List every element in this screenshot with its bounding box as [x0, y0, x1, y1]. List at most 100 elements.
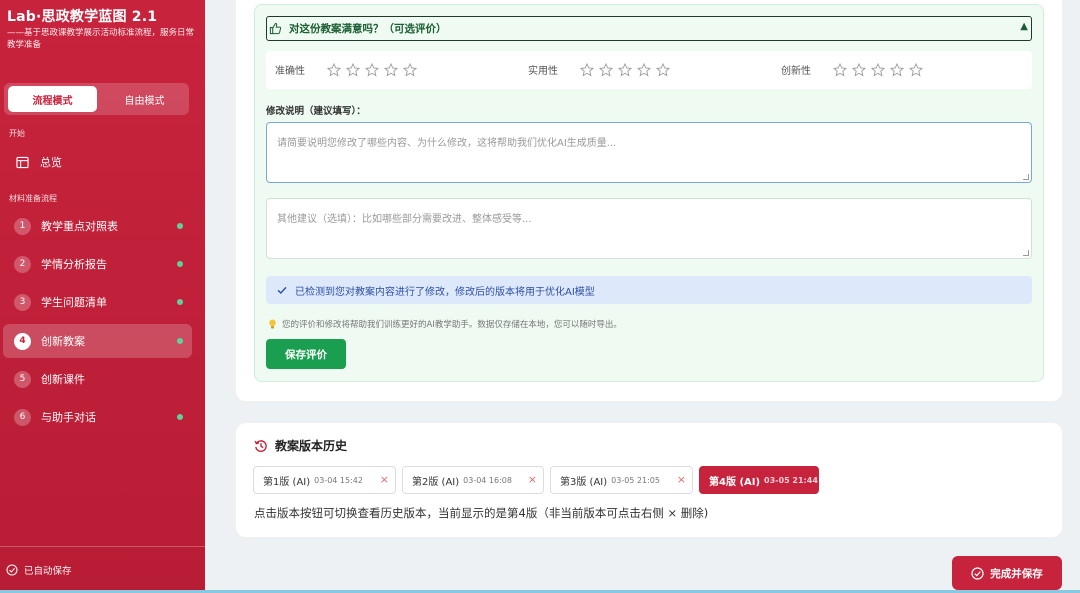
done-status-dot	[177, 261, 183, 267]
done-status-dot	[177, 338, 183, 344]
resize-handle-icon[interactable]	[1023, 174, 1029, 180]
sidebar-item-label: 创新课件	[41, 373, 85, 386]
sidebar-item-label: 教学重点对照表	[41, 220, 118, 233]
star-icon[interactable]	[327, 62, 341, 77]
step-number: 3	[14, 293, 31, 311]
history-icon	[254, 439, 267, 452]
rating-label: 准确性	[275, 66, 305, 77]
star-icon[interactable]	[833, 62, 847, 77]
version-history-header: 教案版本历史	[254, 437, 347, 454]
autosave-status: 已自动保存	[6, 563, 72, 577]
version-time: 03-05 21:05	[611, 475, 660, 485]
star-icon[interactable]	[852, 62, 866, 77]
version-button-1[interactable]: 第1版 (AI) 03-04 15:42 ×	[253, 466, 396, 494]
done-status-dot	[177, 414, 183, 420]
star-icon[interactable]	[599, 62, 613, 77]
privacy-tip: 您的评价和修改将帮助我们训练更好的AI教学助手。数据仅存储在本地，您可以随时导出…	[268, 318, 622, 330]
app-title: Lab·思政教学蓝图 2.1	[7, 9, 158, 25]
star-icon[interactable]	[403, 62, 417, 77]
check-icon	[277, 286, 287, 294]
version-history-note: 点击版本按钮可切换查看历史版本，当前显示的是第4版（非当前版本可点击右侧 × 删…	[254, 506, 709, 520]
sidebar-item-label: 学生问题清单	[41, 296, 107, 309]
mode-switch: 流程模式 自由模式	[4, 83, 189, 115]
version-button-4[interactable]: 第4版 (AI) 03-05 21:44	[699, 466, 819, 494]
version-label: 第4版 (AI)	[709, 476, 761, 488]
modification-textarea[interactable]: 请简要说明您修改了哪些内容、为什么修改，这将帮助我们优化AI生成质量...	[266, 122, 1032, 183]
section-label-start: 开始	[9, 129, 25, 138]
table-icon	[16, 156, 29, 168]
star-icon[interactable]	[637, 62, 651, 77]
sidebar-item-overview[interactable]: 总览	[16, 153, 62, 171]
modification-label: 修改说明（建议填写）：	[266, 106, 366, 117]
rating-label: 创新性	[781, 66, 811, 77]
done-status-dot	[177, 223, 183, 229]
autosave-label: 已自动保存	[24, 566, 72, 577]
sidebar: Lab·思政教学蓝图 2.1 ——基于思政课教学展示活动标准流程，服务日常教学准…	[0, 0, 205, 593]
sidebar-item-label: 创新教案	[41, 335, 85, 348]
star-icon[interactable]	[656, 62, 670, 77]
textarea-placeholder: 其他建议（选填）：比如哪些部分需要改进、整体感受等...	[277, 214, 532, 225]
finish-and-save-button[interactable]: 完成并保存	[952, 556, 1062, 590]
step-number: 1	[14, 217, 31, 235]
sidebar-item-label: 与助手对话	[41, 411, 96, 424]
star-rating	[580, 62, 675, 77]
flow-mode-button[interactable]: 流程模式	[8, 86, 97, 112]
star-icon[interactable]	[871, 62, 885, 77]
star-icon[interactable]	[618, 62, 632, 77]
save-rating-button[interactable]: 保存评价	[266, 339, 346, 369]
star-icon[interactable]	[890, 62, 904, 77]
lightbulb-icon	[269, 319, 276, 329]
delete-version-icon[interactable]: ×	[380, 474, 389, 486]
star-icon[interactable]	[909, 62, 923, 77]
check-circle-icon	[971, 566, 984, 580]
feedback-title: 对这份教案满意吗？（可选评价）	[289, 23, 447, 35]
feedback-header[interactable]: 对这份教案满意吗？（可选评价） ▲	[266, 16, 1032, 41]
version-button-2[interactable]: 第2版 (AI) 03-04 16:08 ×	[402, 466, 544, 494]
version-history-title: 教案版本历史	[275, 439, 348, 453]
app-subtitle: ——基于思政课教学展示活动标准流程，服务日常教学准备	[7, 28, 195, 50]
modification-detected-notice: 已检测到您对教案内容进行了修改，修改后的版本将用于优化AI模型	[266, 276, 1032, 304]
tip-text: 您的评价和修改将帮助我们训练更好的AI教学助手。数据仅存储在本地，您可以随时导出…	[282, 320, 622, 330]
sidebar-divider	[0, 546, 205, 547]
collapse-caret-icon[interactable]: ▲	[1020, 21, 1028, 32]
star-rating	[327, 62, 422, 77]
sidebar-item-label: 总览	[40, 156, 62, 169]
star-icon[interactable]	[384, 62, 398, 77]
star-icon[interactable]	[346, 62, 360, 77]
step-number: 2	[14, 255, 31, 273]
delete-version-icon[interactable]: ×	[677, 474, 686, 486]
sidebar-item-key-points[interactable]: 1 教学重点对照表	[3, 209, 192, 243]
version-label: 第3版 (AI)	[560, 476, 608, 488]
done-status-dot	[177, 299, 183, 305]
version-label: 第2版 (AI)	[412, 476, 460, 488]
step-number: 5	[14, 370, 31, 388]
rating-practicality: 实用性	[528, 62, 675, 77]
version-time: 03-04 15:42	[314, 475, 363, 485]
sidebar-item-lesson-plan[interactable]: 4 创新教案	[3, 324, 192, 358]
section-label-materials: 材料准备流程	[9, 194, 57, 203]
rating-accuracy: 准确性	[275, 62, 422, 77]
check-circle-icon	[6, 564, 18, 576]
rating-label: 实用性	[528, 66, 558, 77]
resize-handle-icon[interactable]	[1023, 250, 1029, 256]
version-time: 03-04 16:08	[463, 475, 512, 485]
sidebar-item-learning-analysis[interactable]: 2 学情分析报告	[3, 247, 192, 281]
rating-innovation: 创新性	[781, 62, 928, 77]
step-number: 6	[14, 408, 31, 426]
delete-version-icon[interactable]: ×	[528, 474, 537, 486]
star-rating	[833, 62, 928, 77]
star-icon[interactable]	[580, 62, 594, 77]
version-time: 03-05 21:44	[764, 475, 818, 485]
sidebar-item-courseware[interactable]: 5 创新课件	[3, 362, 192, 396]
sidebar-item-assistant-chat[interactable]: 6 与助手对话	[3, 400, 192, 434]
version-button-3[interactable]: 第3版 (AI) 03-05 21:05 ×	[550, 466, 693, 494]
sidebar-item-label: 学情分析报告	[41, 258, 107, 271]
free-mode-button[interactable]: 自由模式	[100, 86, 189, 112]
star-icon[interactable]	[365, 62, 379, 77]
other-suggestions-textarea[interactable]: 其他建议（选填）：比如哪些部分需要改进、整体感受等...	[266, 198, 1032, 259]
notice-text: 已检测到您对教案内容进行了修改，修改后的版本将用于优化AI模型	[295, 286, 595, 298]
sidebar-item-student-questions[interactable]: 3 学生问题清单	[3, 285, 192, 319]
finish-label: 完成并保存	[990, 567, 1043, 580]
rating-row: 准确性 实用性 创新性	[266, 51, 1032, 89]
version-label: 第1版 (AI)	[263, 476, 311, 488]
